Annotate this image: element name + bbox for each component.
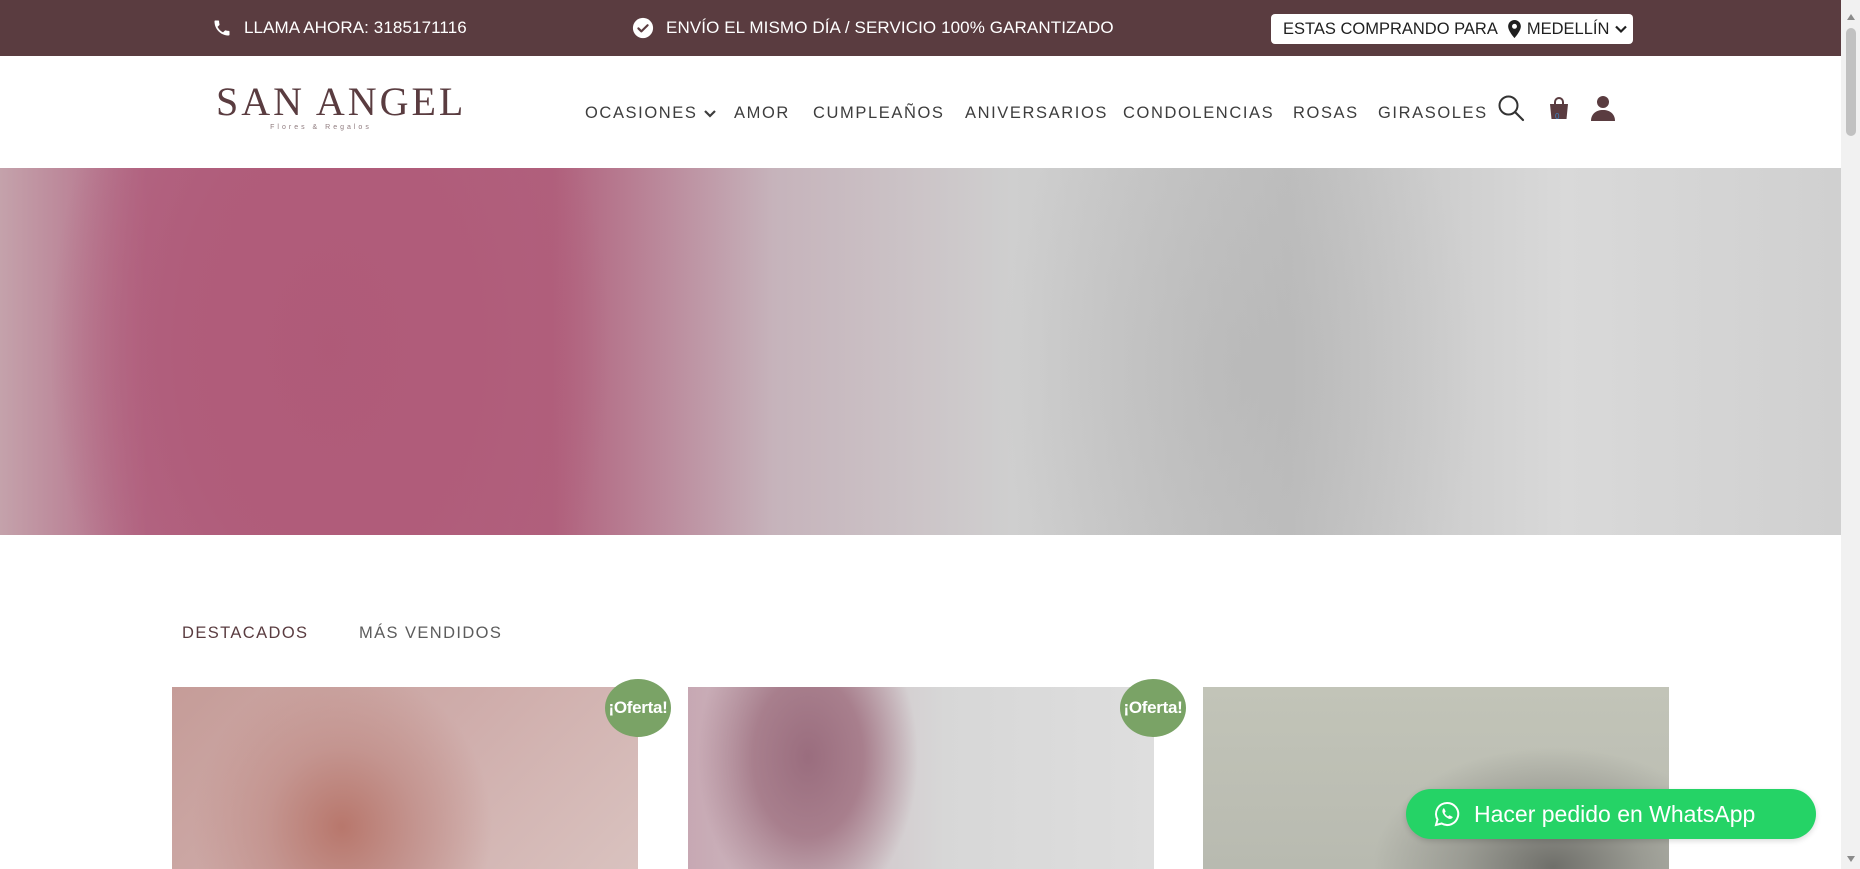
nav-label: CONDOLENCIAS [1123,104,1275,122]
location-pin-icon [1507,20,1521,38]
whatsapp-icon [1434,801,1460,827]
nav-label: CUMPLEAÑOS [813,104,945,122]
search-icon[interactable] [1497,94,1525,122]
nav-label: AMOR [734,104,790,122]
product-card[interactable] [172,687,638,869]
city-name: MEDELLÍN [1526,19,1610,38]
phone-icon [212,18,232,38]
nav-label: ROSAS [1293,104,1359,122]
page-scrollbar[interactable] [1841,0,1860,869]
tab-best-sellers[interactable]: MÁS VENDIDOS [359,624,502,643]
phone-text: LLAMA AHORA: 3185171116 [244,18,467,37]
user-icon[interactable] [1591,95,1615,121]
hero-banner[interactable] [0,168,1841,535]
shopping-for-label: ESTAS COMPRANDO PARA [1283,19,1498,38]
sale-badge: ¡Oferta! [1120,679,1186,737]
tab-featured[interactable]: DESTACADOS [182,624,308,643]
scroll-down-arrow-icon[interactable] [1846,850,1856,868]
scroll-thumb[interactable] [1846,28,1856,136]
nav-label: ANIVERSARIOS [965,104,1108,122]
chevron-down-icon [703,109,716,118]
city-selector[interactable]: ESTAS COMPRANDO PARA MEDELLÍN [1271,14,1633,44]
logo-name: SAN ANGEL [216,79,467,124]
product-card[interactable] [688,687,1154,869]
whatsapp-label: Hacer pedido en WhatsApp [1474,800,1756,827]
nav-item-condolencias[interactable]: CONDOLENCIAS [1123,104,1274,123]
site-header: SAN ANGEL Flores & Regalos OCASIONES AMO… [0,56,1841,168]
nav-item-rosas[interactable]: ROSAS [1293,104,1359,123]
sale-badge: ¡Oferta! [605,679,671,737]
check-circle-icon [632,17,654,39]
nav-label: GIRASOLES [1378,104,1488,122]
call-now[interactable]: LLAMA AHORA: 3185171116 [212,0,467,56]
nav-label: OCASIONES [585,104,698,122]
nav-item-ocasiones[interactable]: OCASIONES [585,104,716,123]
nav-item-amor[interactable]: AMOR [734,104,790,123]
logo-tagline: Flores & Regalos [270,124,372,131]
chevron-down-icon [1615,24,1628,34]
product-card[interactable] [1203,687,1669,869]
nav-item-cumpleanos[interactable]: CUMPLEAÑOS [813,104,945,123]
whatsapp-order-button[interactable]: Hacer pedido en WhatsApp [1406,789,1816,839]
nav-item-aniversarios[interactable]: ANIVERSARIOS [965,104,1108,123]
shipping-text: ENVÍO EL MISMO DÍA / SERVICIO 100% GARAN… [666,18,1114,37]
nav-item-girasoles[interactable]: GIRASOLES [1378,104,1488,123]
logo[interactable]: SAN ANGEL Flores & Regalos [216,79,467,134]
shipping-notice: ENVÍO EL MISMO DÍA / SERVICIO 100% GARAN… [632,0,1114,56]
top-bar: LLAMA AHORA: 3185171116 ENVÍO EL MISMO D… [0,0,1841,56]
cart-count: 0 [1555,112,1560,121]
scroll-up-arrow-icon[interactable] [1846,8,1856,26]
